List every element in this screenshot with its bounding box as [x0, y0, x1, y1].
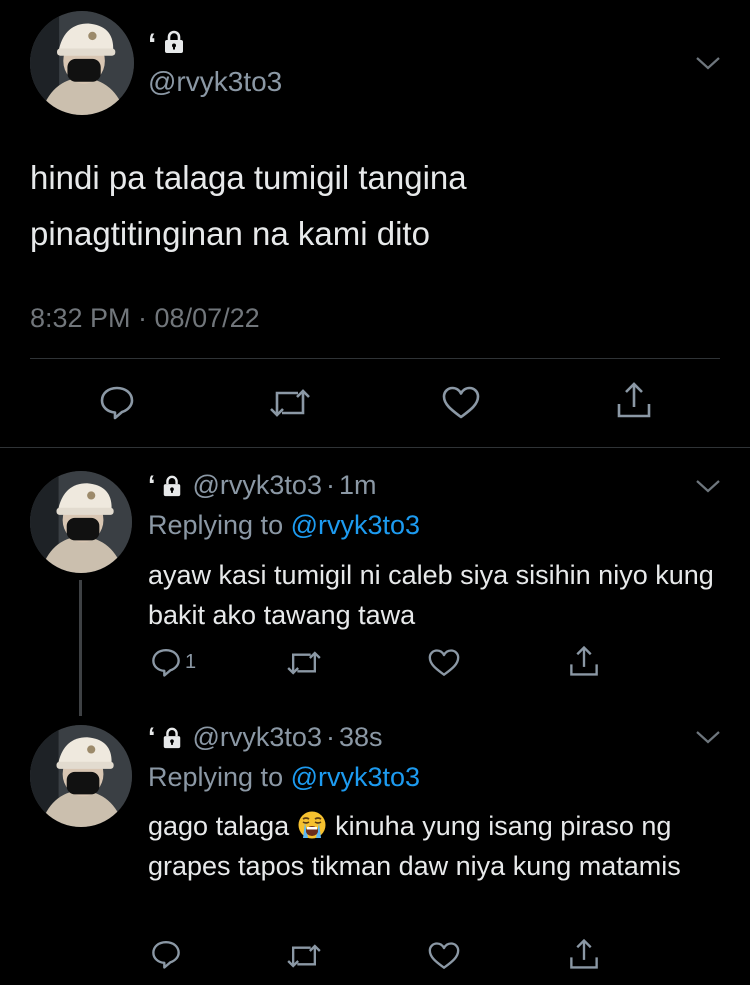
like-button[interactable]: [427, 941, 461, 971]
reply-button[interactable]: 1: [150, 646, 196, 678]
divider: [30, 358, 720, 359]
author-handle[interactable]: @rvyk3to3: [193, 722, 322, 753]
author-name-text: ʻ: [148, 722, 156, 752]
author-handle[interactable]: @rvyk3to3: [148, 66, 282, 98]
separator: ·: [325, 722, 335, 752]
like-button[interactable]: [427, 648, 461, 678]
retweet-icon: [287, 944, 321, 968]
avatar[interactable]: [30, 725, 132, 827]
share-icon: [570, 645, 598, 676]
lock-icon: [163, 727, 180, 748]
replying-to-link[interactable]: @rvyk3to3: [291, 510, 420, 540]
chevron-down-icon[interactable]: [695, 55, 721, 71]
author-name-text: ʻ: [148, 28, 157, 61]
reply-button[interactable]: [150, 938, 182, 970]
chevron-down-icon[interactable]: [695, 478, 721, 494]
replying-to: Replying to @rvyk3to3: [148, 762, 420, 793]
reply-count: 1: [185, 650, 197, 673]
avatar[interactable]: [30, 11, 134, 115]
author-name[interactable]: ʻ: [148, 470, 183, 501]
retweet-button[interactable]: [268, 385, 312, 421]
tweet-text: hindi pa talaga tumigil tangina pinagtit…: [30, 159, 467, 252]
reply-icon: [100, 386, 134, 420]
author-handle[interactable]: @rvyk3to3: [193, 470, 322, 501]
reply-text: ayaw kasi tumigil ni caleb siya sisihin …: [148, 560, 714, 630]
like-icon: [428, 942, 460, 969]
reply-button[interactable]: [98, 383, 136, 421]
reply-text: gago talaga kinuha yung isang piraso ng …: [148, 806, 723, 886]
share-button[interactable]: [568, 644, 600, 678]
separator: ·: [325, 470, 335, 500]
replying-to-link[interactable]: @rvyk3to3: [291, 762, 420, 792]
author-name[interactable]: ʻ: [148, 28, 186, 62]
lock-icon: [162, 28, 186, 62]
loudly-crying-face-emoji: [295, 810, 329, 840]
chevron-down-icon[interactable]: [695, 729, 721, 745]
share-icon: [617, 382, 651, 418]
author-name[interactable]: ʻ: [148, 722, 183, 753]
divider: [0, 447, 750, 448]
reply-icon: [152, 649, 180, 677]
like-button[interactable]: [441, 385, 481, 421]
replying-to-label: Replying to: [148, 510, 284, 540]
share-button[interactable]: [615, 380, 653, 420]
avatar[interactable]: [30, 471, 132, 573]
replying-to-label: Replying to: [148, 762, 284, 792]
replying-to: Replying to @rvyk3to3: [148, 510, 420, 541]
reply-text-part: gago talaga: [148, 811, 290, 841]
like-icon: [442, 386, 480, 419]
share-button[interactable]: [568, 937, 600, 971]
retweet-icon: [270, 389, 310, 417]
reply-header: ʻ @rvyk3to3 · 38s: [148, 722, 383, 753]
reply-time[interactable]: 1m: [339, 470, 377, 501]
lock-icon: [163, 475, 180, 496]
retweet-button[interactable]: [285, 648, 323, 678]
thread-line: [79, 580, 82, 716]
author-name-text: ʻ: [148, 470, 156, 500]
reply-header: ʻ @rvyk3to3 · 1m: [148, 470, 376, 501]
tweet-timestamp[interactable]: 8:32 PM · 08/07/22: [30, 303, 260, 334]
share-icon: [570, 938, 598, 969]
like-icon: [428, 649, 460, 676]
retweet-icon: [287, 651, 321, 675]
reply-time[interactable]: 38s: [339, 722, 383, 753]
reply-icon: [152, 941, 180, 969]
retweet-button[interactable]: [285, 941, 323, 971]
